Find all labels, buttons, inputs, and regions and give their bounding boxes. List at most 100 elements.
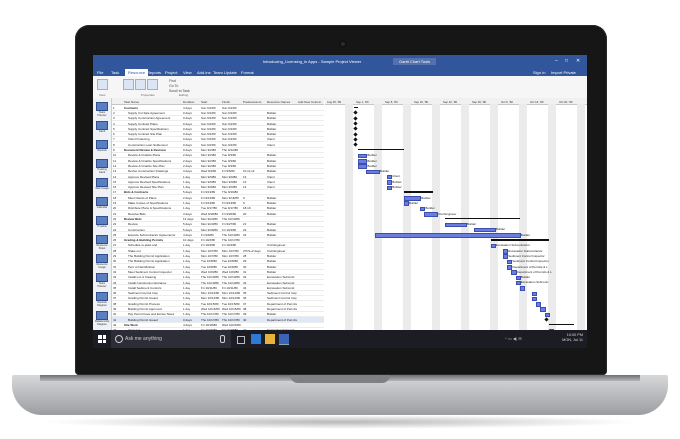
view-bar-item[interactable]: Task Usage (95, 178, 109, 194)
go-to-button[interactable]: Go To (169, 84, 178, 88)
system-tray-icons[interactable]: ^ ▭ ◀) ✉ (505, 336, 522, 341)
pool-button[interactable] (135, 79, 146, 90)
gantt-task-bar[interactable] (374, 233, 521, 238)
col-finish[interactable]: Finish (222, 100, 230, 104)
duration-cell: 0 days (183, 116, 192, 121)
team-planner-button[interactable] (97, 79, 108, 90)
gantt-milestone[interactable] (353, 137, 358, 142)
tab-file[interactable]: File (97, 70, 103, 75)
gantt-milestone[interactable] (353, 110, 358, 115)
col-add-new[interactable]: Add New Column (298, 100, 321, 104)
gantt-summary-bar[interactable] (354, 106, 359, 109)
gantt-summary-bar[interactable] (445, 217, 520, 220)
col-resource-names[interactable]: Resource Names (267, 100, 290, 104)
view-bar-item[interactable]: Calendar (95, 197, 109, 213)
tab-project[interactable]: Project (165, 70, 177, 75)
gantt-task-bar[interactable] (445, 222, 467, 228)
maximize-button[interactable]: □ (565, 58, 568, 64)
gantt-task-bar[interactable] (424, 212, 438, 217)
view-bar-item[interactable]: Team Planner (95, 102, 109, 118)
task-view-icon[interactable] (237, 336, 245, 344)
gantt-task-bar[interactable] (536, 302, 542, 307)
tab-view[interactable]: View (183, 70, 192, 75)
tab-format[interactable]: Format (241, 70, 254, 75)
view-bar-item[interactable]: Network (95, 140, 109, 156)
view-bar-item[interactable]: Resource Sheet (95, 235, 109, 251)
row-id: 32 (113, 269, 117, 274)
import-private-link[interactable]: Import Private (551, 70, 576, 75)
tab-add-ins[interactable]: Add-ins (197, 70, 211, 75)
cortana-search-box[interactable]: Ask me anything (111, 330, 231, 348)
view-bar-item[interactable]: Tracking Gantt (95, 159, 109, 175)
gantt-task-bar[interactable] (358, 159, 368, 164)
resource-names-cell: Client (267, 179, 275, 184)
gantt-summary-bar[interactable] (490, 239, 549, 241)
finish-cell: Mon 9/9/80 (222, 185, 238, 190)
find-button[interactable]: Find (169, 79, 176, 83)
gantt-task-bar[interactable] (532, 296, 538, 302)
file-explorer-icon[interactable] (265, 334, 275, 344)
gantt-task-bar[interactable] (540, 307, 546, 312)
gantt-milestone[interactable] (353, 142, 358, 147)
view-bar-item[interactable]: Resource Usage (95, 254, 109, 270)
tab-reports[interactable]: Reports (147, 70, 161, 75)
gantt-task-bar[interactable] (532, 291, 538, 297)
duration-cell: 1 day (183, 285, 191, 290)
row-id: 6 (113, 132, 115, 137)
row-id: 10 (113, 153, 117, 158)
col-start[interactable]: Start (201, 100, 207, 104)
finish-cell: Tue 9/3/80 (222, 153, 237, 158)
col-predecessors[interactable]: Predecessors (243, 100, 261, 104)
view-bar-item[interactable]: Gantt (95, 121, 109, 137)
gantt-summary-bar[interactable] (403, 191, 433, 193)
gantt-summary-bar[interactable] (548, 323, 574, 326)
windows-start-icon[interactable] (98, 335, 106, 343)
minimize-button[interactable]: – (555, 58, 558, 64)
start-cell: Fri 9/13/80 (201, 195, 216, 200)
gantt-task-bar[interactable] (358, 164, 368, 169)
gantt-milestone[interactable] (353, 121, 358, 126)
resource-names-cell: Civil Engineer (267, 243, 286, 248)
project-app-icon[interactable] (279, 334, 289, 345)
gantt-task-bar[interactable] (474, 227, 496, 233)
predecessors-cell: 24 (243, 232, 247, 237)
finish-cell: Mon 10/7/80 (222, 254, 239, 259)
tab-resource[interactable]: Resource (125, 69, 149, 76)
duration-cell: 0 days (183, 317, 192, 322)
col-duration[interactable]: Duration (183, 100, 194, 104)
tab-team-update[interactable]: Team Update (213, 70, 237, 75)
start-cell: Sun 9/1/80 (201, 137, 216, 142)
finish-cell: Fri 9/20/80 (222, 211, 237, 216)
resource-names-cell: Department of Permits (267, 301, 297, 306)
view-bar-item[interactable]: Timeline (95, 216, 109, 232)
gantt-milestone[interactable] (353, 126, 358, 131)
tab-task[interactable]: Task (111, 70, 119, 75)
gantt-milestone[interactable] (353, 131, 358, 137)
row-id: 29 (113, 254, 117, 259)
close-button[interactable]: ✕ (576, 58, 580, 64)
resource-names-cell: Sediment Control Insp (267, 291, 297, 296)
clock[interactable]: 10:00 PM MON, Jul 11 (562, 333, 583, 343)
task-name-cell: Install Lot of Clearing (128, 275, 157, 280)
context-tab[interactable]: Gantt Chart Tools (393, 58, 437, 65)
row-id: 42 (113, 322, 117, 327)
view-bar-item[interactable]: Network Diagram (95, 292, 109, 308)
gantt-task-bar[interactable] (519, 286, 525, 291)
gantt-task-bar[interactable] (366, 169, 380, 175)
gantt-summary-bar[interactable] (358, 148, 404, 151)
gantt-task-bar[interactable] (358, 153, 368, 159)
microphone-icon[interactable] (220, 335, 225, 343)
gantt-milestone[interactable] (353, 115, 358, 121)
start-cell: Mon 9/23/80 (201, 222, 218, 227)
finish-cell: Mon 9/9/80 (222, 179, 238, 184)
col-task-name[interactable]: Task Name (124, 100, 139, 104)
row-id: 24 (113, 227, 117, 232)
finish-cell: Sun 9/1/80 (222, 137, 237, 142)
add-resources-button[interactable] (147, 79, 158, 90)
view-bar-item[interactable]: Team Planner (95, 273, 109, 289)
sign-in-link[interactable]: Sign In (533, 70, 545, 75)
task-name-cell: Building Permit Issued (128, 317, 158, 322)
edge-icon[interactable] (251, 334, 261, 344)
view-bar-item[interactable]: Relationship Diagram (95, 311, 109, 327)
assign-button[interactable] (123, 79, 134, 90)
